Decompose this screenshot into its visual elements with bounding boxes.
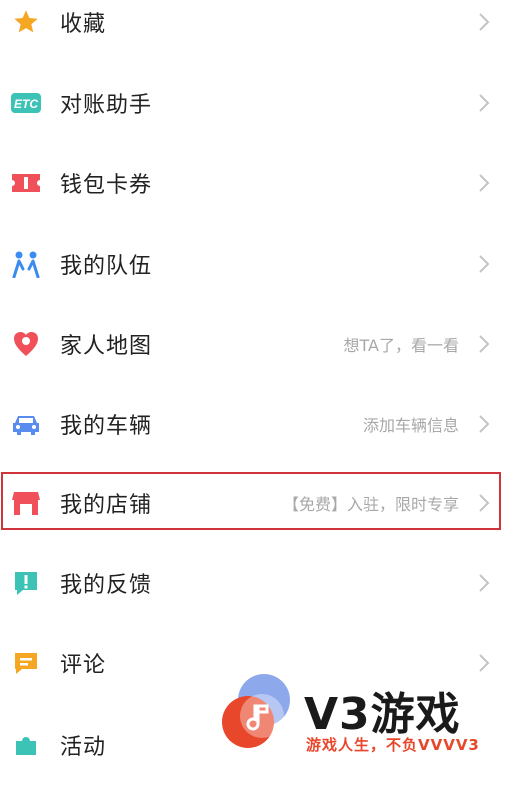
menu-item-favorites[interactable]: 收藏: [0, 0, 505, 62]
store-icon: [10, 487, 42, 519]
chevron-right-icon: [479, 335, 490, 353]
menu-item-label: 我的店铺: [60, 493, 153, 518]
chevron-right-icon: [479, 255, 490, 273]
menu-item-reconciliation[interactable]: ETC 对账助手: [0, 63, 505, 143]
watermark-slogan: 游戏人生，不负VVVV3: [306, 736, 480, 754]
menu-item-my-team[interactable]: 我的队伍: [0, 224, 505, 304]
menu-item-wallet-coupons[interactable]: 钱包卡券: [0, 143, 505, 223]
watermark-logo-icon: [222, 674, 290, 748]
chevron-right-icon: [479, 94, 490, 112]
menu-item-label: 家人地图: [60, 334, 153, 359]
menu-item-label: 钱包卡券: [60, 173, 153, 198]
svg-text:ETC: ETC: [14, 97, 38, 111]
menu-item-label: 我的队伍: [60, 254, 153, 279]
menu-item-hint: 添加车辆信息: [362, 416, 459, 435]
menu-item-label: 我的反馈: [60, 573, 153, 598]
car-icon: [10, 408, 42, 440]
comment-icon: [10, 647, 42, 679]
chevron-right-icon: [479, 494, 490, 512]
menu-item-my-feedback[interactable]: 我的反馈: [0, 543, 505, 623]
watermark: V3游戏 游戏人生，不负VVVV3: [218, 670, 505, 758]
etc-icon: ETC: [10, 87, 42, 119]
chevron-right-icon: [479, 13, 490, 31]
menu-item-family-map[interactable]: 家人地图 想TA了，看一看: [0, 304, 505, 384]
feedback-icon: [10, 567, 42, 599]
puzzle-icon: [10, 729, 42, 761]
menu-item-label: 评论: [60, 653, 107, 678]
watermark-logo-text: V3游戏: [304, 689, 461, 740]
team-icon: [10, 248, 42, 280]
menu-item-label: 收藏: [60, 12, 107, 37]
menu-item-label: 我的车辆: [60, 414, 153, 439]
menu-item-my-vehicle[interactable]: 我的车辆 添加车辆信息: [0, 384, 505, 464]
chevron-right-icon: [479, 574, 490, 592]
heart-location-icon: [10, 328, 42, 360]
menu-item-my-store[interactable]: 我的店铺 【免费】入驻，限时专享: [0, 463, 505, 543]
star-icon: [10, 6, 42, 38]
chevron-right-icon: [479, 415, 490, 433]
menu-item-label: 对账助手: [60, 93, 153, 118]
chevron-right-icon: [479, 174, 490, 192]
menu-item-label: 活动: [60, 735, 107, 760]
menu-item-hint: 【免费】入驻，限时专享: [282, 495, 459, 514]
menu-item-hint: 想TA了，看一看: [343, 336, 459, 355]
ticket-icon: [10, 167, 42, 199]
